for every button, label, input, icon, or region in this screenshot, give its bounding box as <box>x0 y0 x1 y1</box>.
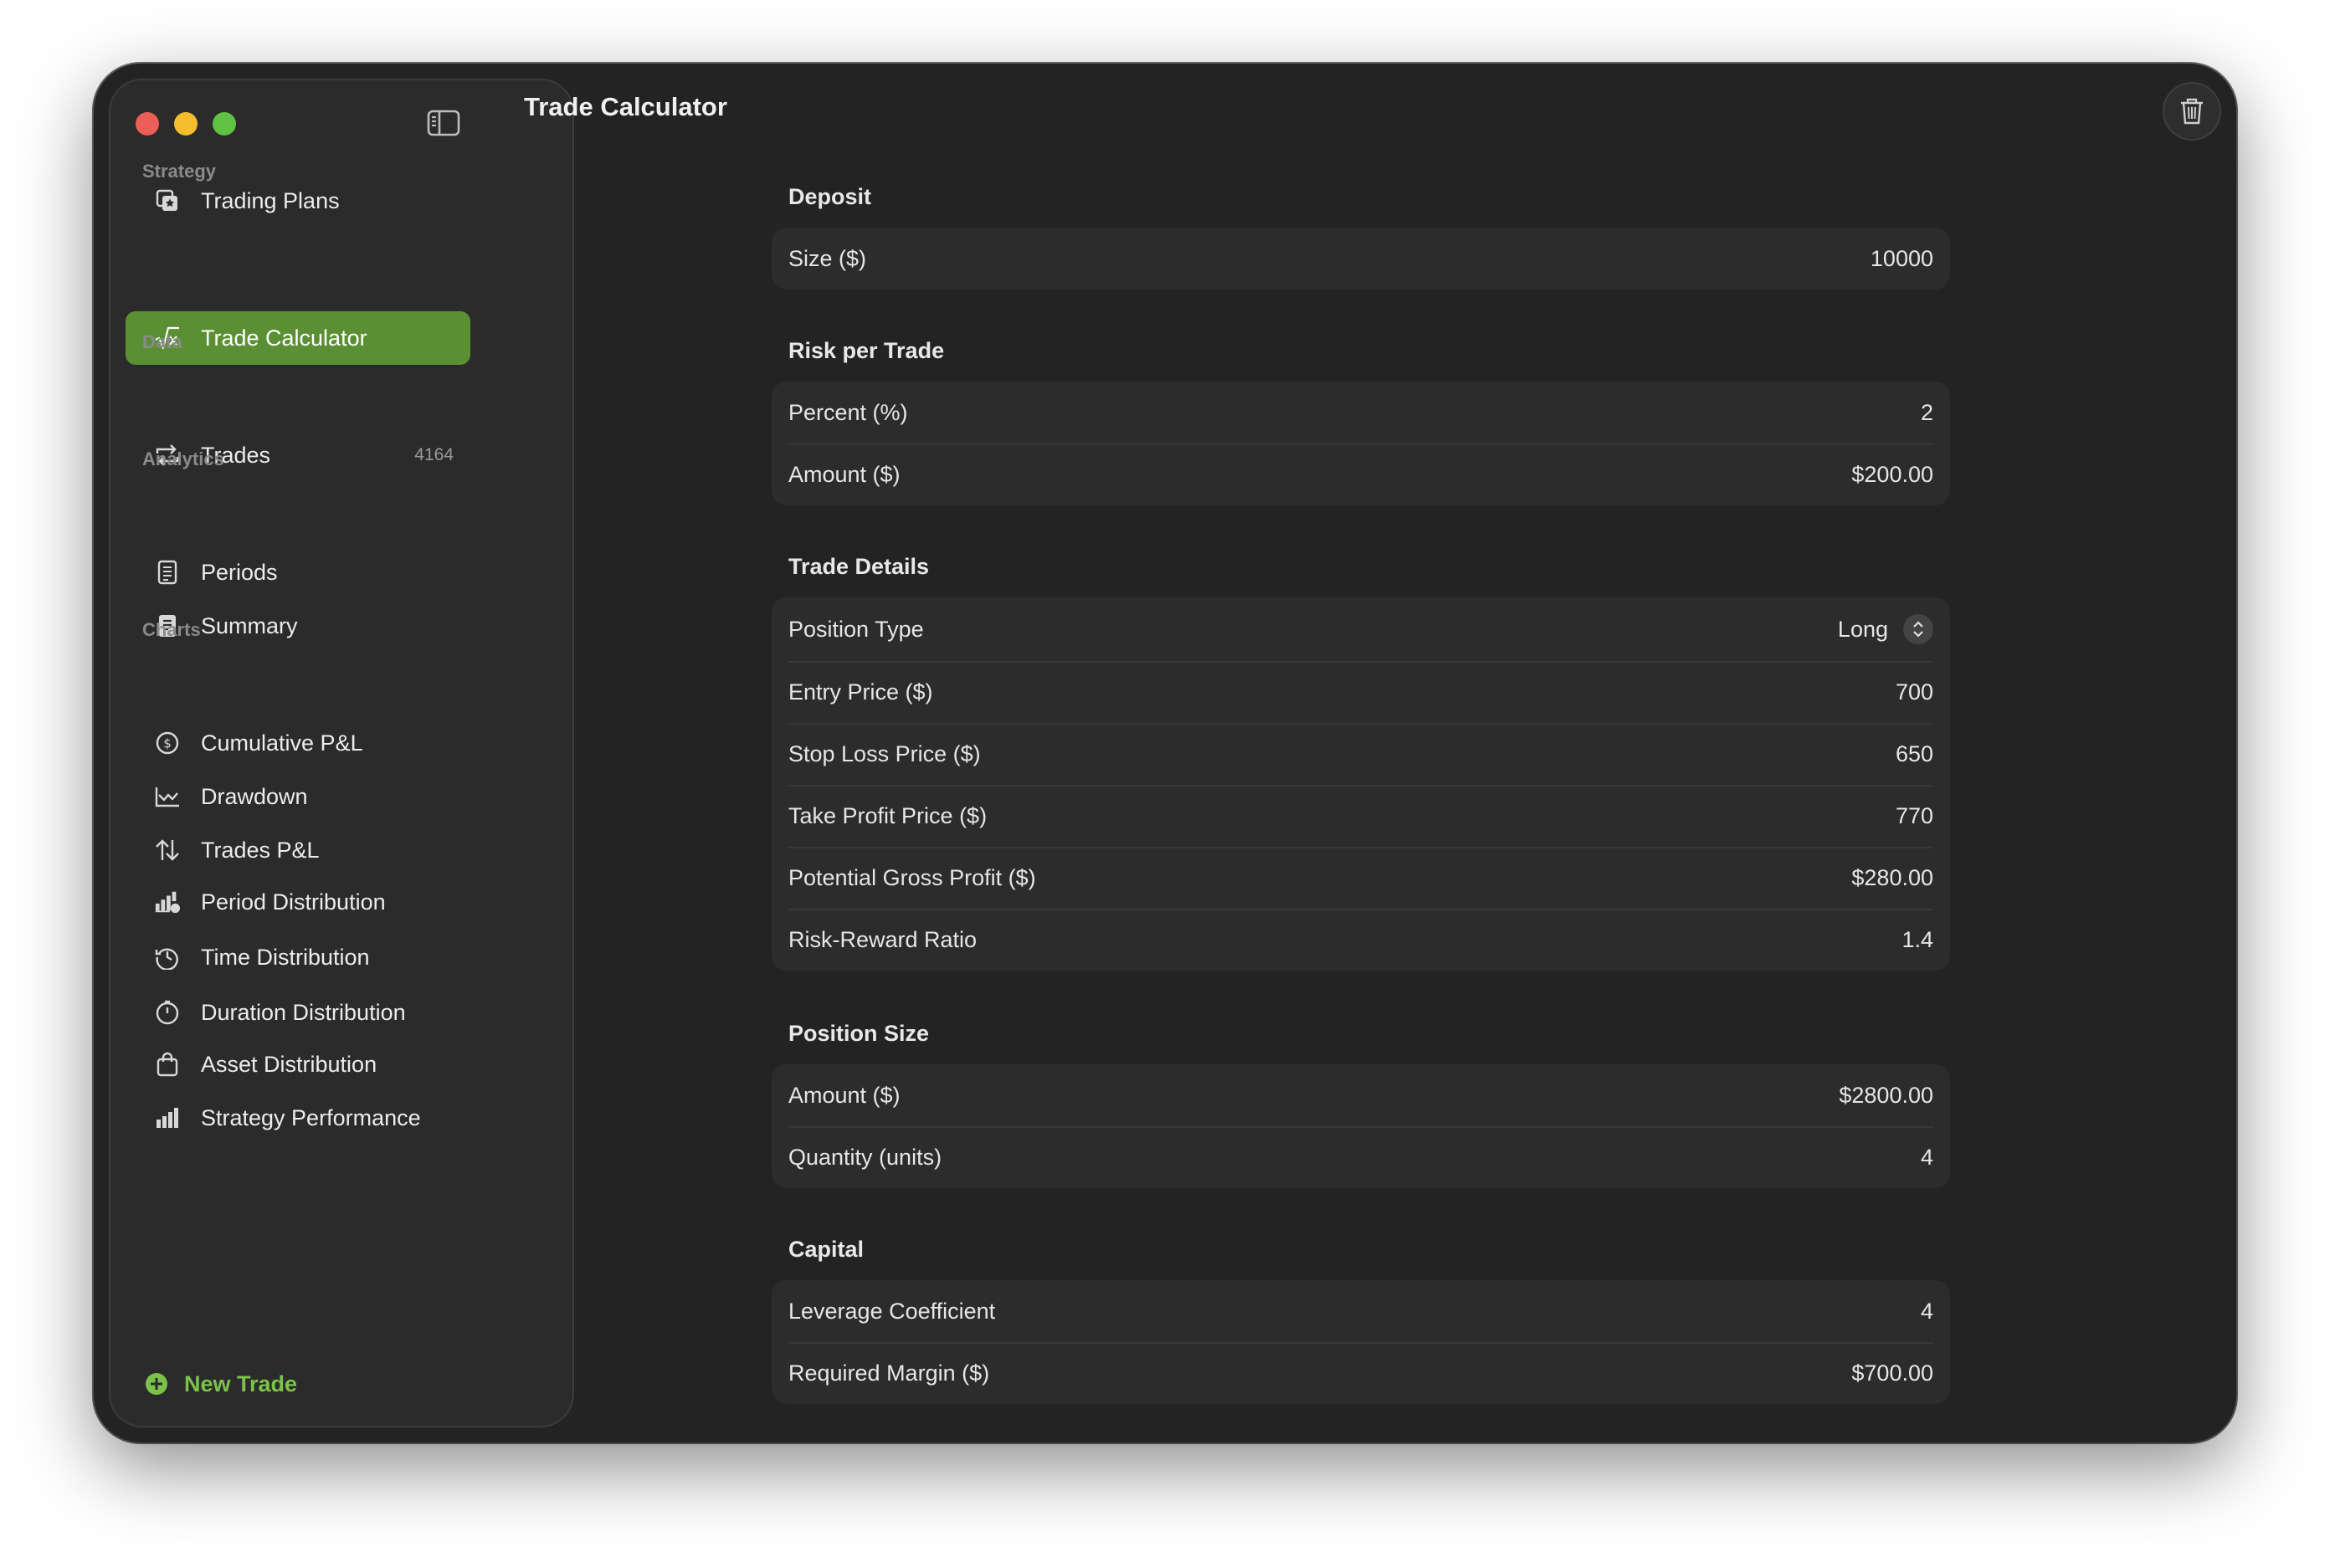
section-title-deposit: Deposit <box>788 184 872 209</box>
sidebar-toggle-icon[interactable] <box>427 109 460 137</box>
potential-profit-value: $280.00 <box>1851 864 1933 890</box>
risk-percent-row[interactable]: Percent (%) 2 <box>772 382 1950 443</box>
sidebar: Strategy Trading Plans Trade Calculator … <box>109 79 574 1427</box>
calendar-list-icon <box>154 559 181 586</box>
risk-reward-row: Risk-Reward Ratio 1.4 <box>772 909 1950 971</box>
bar-chart-badge-icon <box>154 889 181 915</box>
new-trade-button[interactable]: New Trade <box>144 1367 297 1401</box>
deposit-size-row[interactable]: Size ($) 10000 <box>772 228 1950 290</box>
section-label-charts: Charts <box>142 619 201 640</box>
stop-loss-field[interactable]: 650 <box>1896 741 1933 767</box>
section-title-trade-details: Trade Details <box>788 554 930 579</box>
app-window: Strategy Trading Plans Trade Calculator … <box>94 64 2236 1442</box>
position-quantity-row: Quantity (units) 4 <box>772 1126 1950 1188</box>
position-amount-row: Amount ($) $2800.00 <box>788 1082 1933 1108</box>
line-chart-icon <box>154 783 181 810</box>
bar-chart-icon <box>154 1104 181 1131</box>
position-type-row[interactable]: Position Type Long <box>772 597 1950 661</box>
up-down-arrows-icon <box>154 837 181 863</box>
page-title: Trade Calculator <box>524 92 727 121</box>
shopping-bag-icon <box>154 1051 181 1078</box>
sidebar-item-trading-plans[interactable]: Trading Plans <box>126 174 470 228</box>
clock-history-icon <box>154 944 181 971</box>
section-label-data: Data <box>142 331 182 352</box>
take-profit-field[interactable]: 770 <box>1896 803 1933 829</box>
svg-text:$: $ <box>163 736 172 751</box>
position-size-group: Amount ($) $2800.00 Quantity (units) 4 <box>772 1064 1950 1188</box>
sidebar-item-periods[interactable]: Periods <box>126 546 470 599</box>
sidebar-item-drawdown[interactable]: Drawdown <box>126 770 470 823</box>
take-profit-row[interactable]: Take Profit Price ($) 770 <box>772 785 1950 847</box>
section-title-position-size: Position Size <box>788 1021 930 1046</box>
deposit-group: Size ($) 10000 <box>772 228 1950 290</box>
sidebar-item-strategy-performance[interactable]: Strategy Performance <box>126 1091 470 1145</box>
sidebar-item-cumulative-pl[interactable]: $ Cumulative P&L <box>126 716 470 770</box>
trade-details-group: Position Type Long Entry Price ($) 700 S… <box>772 597 1950 971</box>
risk-reward-value: 1.4 <box>1901 926 1933 952</box>
trash-icon <box>2179 97 2204 126</box>
position-quantity-value: 4 <box>1920 1144 1933 1170</box>
stop-loss-row[interactable]: Stop Loss Price ($) 650 <box>772 723 1950 785</box>
plus-circle-icon <box>144 1371 169 1396</box>
trading-plans-icon <box>154 187 181 214</box>
position-amount-value: $2800.00 <box>1839 1082 1933 1108</box>
required-margin-value: $700.00 <box>1851 1360 1933 1386</box>
capital-group: Leverage Coefficient 4 Required Margin (… <box>772 1280 1950 1404</box>
sidebar-item-trades-pl[interactable]: Trades P&L <box>126 823 470 877</box>
delete-button[interactable] <box>2163 82 2221 141</box>
required-margin-row: Required Margin ($) $700.00 <box>772 1342 1950 1404</box>
sidebar-item-asset-distribution[interactable]: Asset Distribution <box>126 1038 470 1091</box>
zoom-window-button[interactable] <box>213 112 236 136</box>
section-title-risk: Risk per Trade <box>788 338 945 363</box>
sidebar-item-time-distribution[interactable]: Time Distribution <box>126 930 470 984</box>
close-window-button[interactable] <box>136 112 159 136</box>
chevron-up-down-icon <box>1903 614 1933 644</box>
risk-group: Percent (%) 2 Amount ($) $200.00 <box>772 382 1950 505</box>
entry-price-row[interactable]: Entry Price ($) 700 <box>772 661 1950 723</box>
leverage-row[interactable]: Leverage Coefficient 4 <box>772 1280 1950 1342</box>
leverage-field[interactable]: 4 <box>1921 1299 1933 1325</box>
sidebar-item-duration-distribution[interactable]: Duration Distribution <box>126 986 470 1039</box>
minimize-window-button[interactable] <box>174 112 198 136</box>
dollar-circle-icon: $ <box>154 730 181 756</box>
section-title-capital: Capital <box>788 1237 865 1262</box>
entry-price-field[interactable]: 700 <box>1896 679 1933 705</box>
position-type-select[interactable]: Long <box>1838 614 1933 644</box>
risk-amount-row: Amount ($) $200.00 <box>772 443 1950 505</box>
section-label-analytics: Analytics <box>142 448 224 469</box>
risk-amount-value: $200.00 <box>1851 461 1933 487</box>
timer-icon <box>154 999 181 1026</box>
potential-profit-row: Potential Gross Profit ($) $280.00 <box>772 847 1950 909</box>
deposit-size-field[interactable]: 10000 <box>1871 246 1933 272</box>
trades-count-badge: 4164 <box>414 445 454 464</box>
risk-percent-field[interactable]: 2 <box>1921 400 1933 426</box>
sidebar-item-period-distribution[interactable]: Period Distribution <box>126 875 470 929</box>
